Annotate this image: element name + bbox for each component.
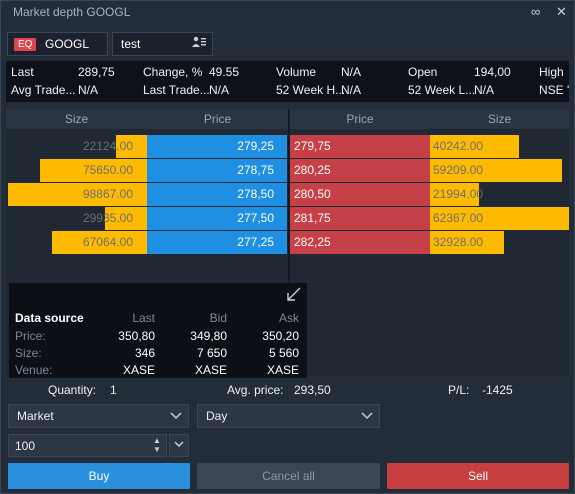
bid-size-value: 22124.00 [82,139,133,153]
cancel-all-button[interactable]: Cancel all [197,463,380,489]
market-depth-window: Market depth GOOGL ∞ ✕ EQ GOOGL test Las… [0,0,575,494]
data-source-ask-value: XASE [266,363,299,377]
chevron-down-icon [361,408,373,425]
bid-price-value[interactable]: 277,25 [147,231,274,254]
ask-size-value: 62367.00 [433,211,484,225]
bid-price-value[interactable]: 277,50 [147,207,274,230]
account-list-icon [192,36,206,51]
sell-button[interactable]: Sell [387,463,569,489]
pl-label: P/L: [448,383,470,397]
avg-price-label: Avg. price: [227,383,284,397]
volume-label: Volume [276,65,317,79]
week-low-value: N/A [474,83,495,97]
data-source-row-label: Size: [15,346,42,360]
ask-price-value[interactable]: 280,50 [294,183,414,206]
week-high-value: N/A [341,83,362,97]
ask-size-value: 21994.00 [433,187,484,201]
window-title: Market depth GOOGL [13,5,131,19]
close-icon[interactable]: ✕ [556,4,567,20]
week-high-label: 52 Week H... [276,83,346,97]
ask-size-value: 40242.00 [433,139,484,153]
data-source-title: Data source [15,311,84,325]
chevron-down-icon [170,408,182,425]
chevron-down-icon [174,441,184,448]
quantity-input-value: 100 [15,439,36,453]
time-in-force-value: Day [206,409,228,423]
data-source-last-value: 346 [134,346,155,360]
bid-size-value: 67064.00 [82,235,133,249]
ask-price-value[interactable]: 280,25 [294,159,414,182]
last-label: Last [11,65,34,79]
last-trade-value: N/A [209,83,230,97]
high-label: High [539,65,564,79]
symbol-ticker: GOOGL [45,37,90,51]
stepper-down-icon[interactable]: ▼ [152,445,162,454]
col-last-header: Last [132,311,155,325]
quantity-value: 1 [110,383,117,397]
data-source-panel: Data source Last Bid Ask Price: 350,80 349… [9,283,307,378]
order-type-select[interactable]: Market [8,404,189,428]
title-bar: Market depth GOOGL ∞ ✕ [1,1,574,26]
data-source-ask-value: 5 560 [268,346,299,360]
ask-size-value: 59209.00 [433,163,484,177]
avg-price-value: 293,50 [294,383,331,397]
symbol-selector[interactable]: EQ GOOGL [7,32,108,56]
quantity-input[interactable]: 100 ▲ ▼ [8,434,167,457]
data-source-last-value: 350,80 [118,329,155,343]
account-selector[interactable]: test [112,32,213,56]
ask-price-header: Price [290,109,430,129]
bid-price-value[interactable]: 279,25 [147,135,274,158]
exchange-value: NSE ' [539,83,570,97]
change-label: Change, % [143,65,203,79]
account-name: test [121,37,141,51]
ask-price-value[interactable]: 279,75 [294,135,414,158]
quantity-preset-dropdown[interactable] [169,434,189,457]
quote-strip: Last 289,75 Change, % 49.55 Volume N/A O… [6,61,569,102]
volume-value: N/A [341,65,362,79]
bid-price-value[interactable]: 278,50 [147,183,274,206]
ask-size-header: Size [430,109,569,129]
buy-button[interactable]: Buy [8,463,190,489]
avg-trade-label: Avg Trade... [11,83,76,97]
open-label: Open [408,65,438,79]
quantity-label: Quantity: [48,383,97,397]
data-source-row-label: Price: [15,329,46,343]
data-source-ask-value: 350,20 [262,329,299,343]
position-summary: Quantity: 1 Avg. price: 293,50 P/L: -142… [6,379,569,401]
stepper-up-icon[interactable]: ▲ [152,436,162,445]
time-in-force-select[interactable]: Day [197,404,380,428]
bid-price-value[interactable]: 278,75 [147,159,274,182]
bid-size-header: Size [6,109,147,129]
data-source-row-label: Venue: [15,363,53,377]
col-bid-header: Bid [209,311,227,325]
pl-value: -1425 [482,383,513,397]
data-source-bid-value: 349,80 [190,329,227,343]
order-type-value: Market [17,409,54,423]
bid-size-value: 98867.00 [82,187,133,201]
avg-trade-value: N/A [78,83,99,97]
last-value: 289,75 [78,65,115,79]
bid-price-header: Price [147,109,288,129]
ask-price-value[interactable]: 282,25 [294,231,414,254]
change-value: 49.55 [209,65,240,79]
col-ask-header: Ask [278,311,299,325]
collapse-arrow-icon[interactable] [287,287,301,305]
instrument-type-badge: EQ [14,38,37,51]
data-source-bid-value: 7 650 [196,346,227,360]
open-value: 194,00 [474,65,511,79]
data-source-bid-value: XASE [194,363,227,377]
quantity-stepper[interactable]: ▲ ▼ [152,436,162,455]
ask-size-value: 32928.00 [433,235,484,249]
ask-price-value[interactable]: 281,75 [294,207,414,230]
last-trade-label: Last Trade... [143,83,210,97]
link-icon[interactable]: ∞ [531,4,540,19]
data-source-last-value: XASE [122,363,155,377]
bid-size-value: 75650.00 [82,163,133,177]
week-low-label: 52 Week L... [408,83,476,97]
bid-size-value: 29935.00 [82,211,133,225]
